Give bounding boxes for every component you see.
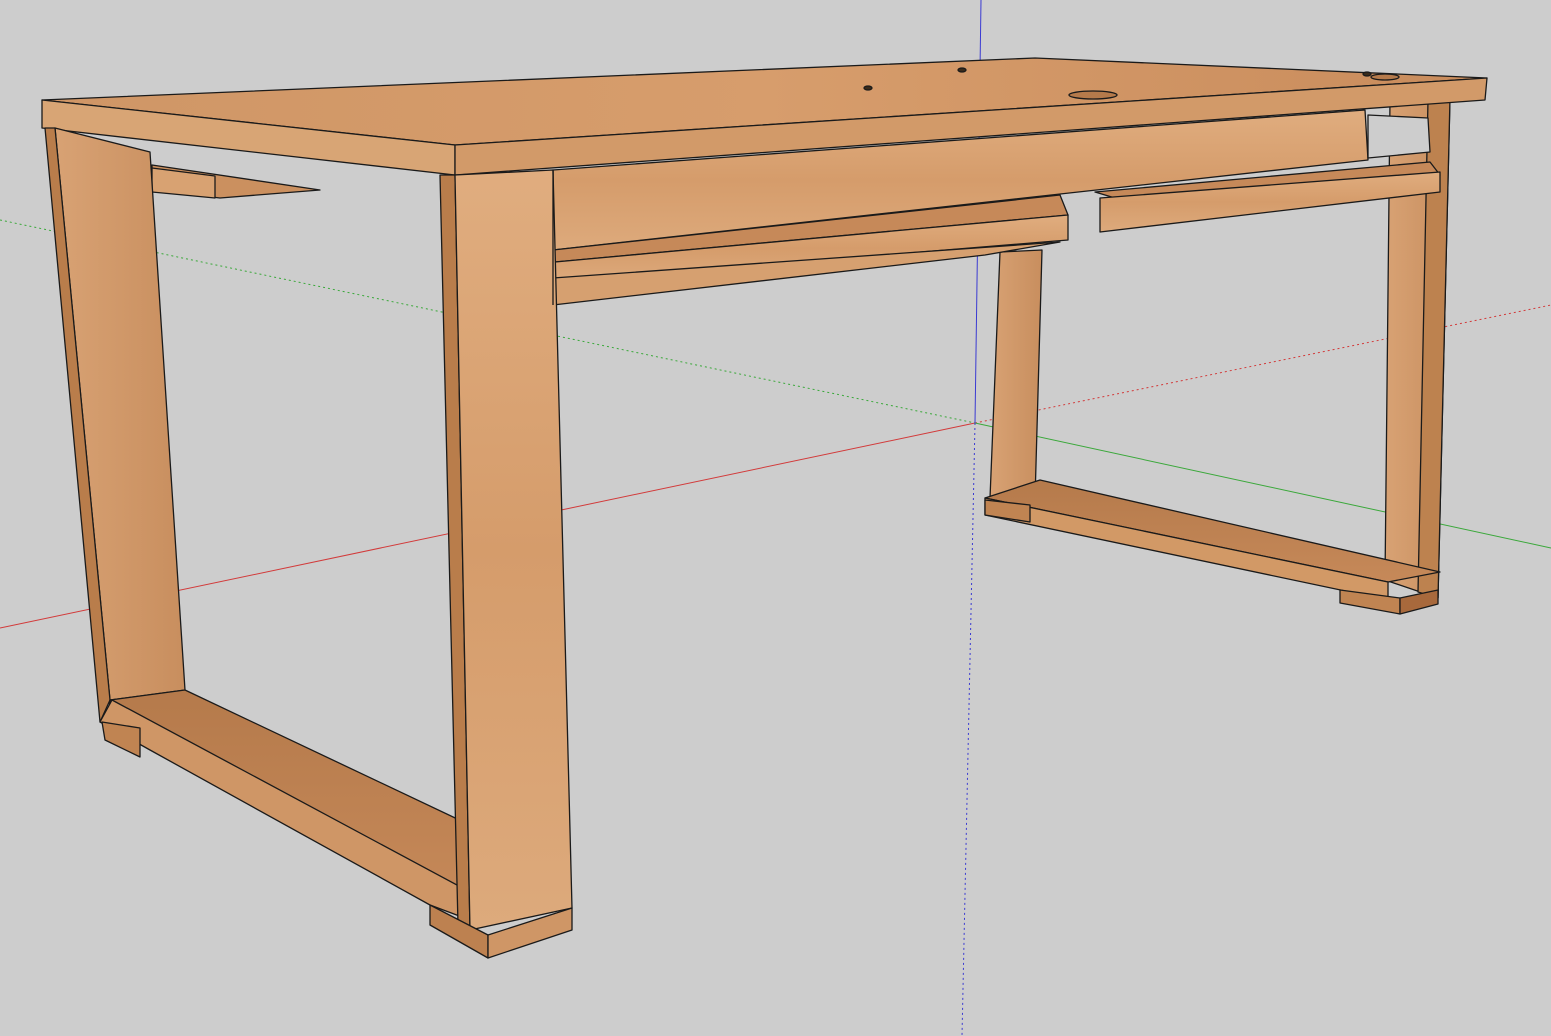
red-axis-dotted [974, 304, 1551, 424]
screw-hole [1362, 71, 1372, 77]
cable-hole[interactable] [1370, 73, 1400, 81]
blue-axis-dotted [961, 422, 976, 1036]
screw-hole [957, 67, 967, 73]
front-leg-frame[interactable] [44, 127, 573, 959]
back-apron[interactable] [151, 164, 321, 199]
screw-hole [863, 85, 873, 91]
back-slot [1367, 114, 1431, 159]
cable-hole[interactable] [1068, 90, 1118, 100]
modeling-viewport[interactable] [0, 0, 1551, 1036]
scene-canvas[interactable] [0, 0, 1551, 1036]
desk-model[interactable] [41, 57, 1488, 959]
